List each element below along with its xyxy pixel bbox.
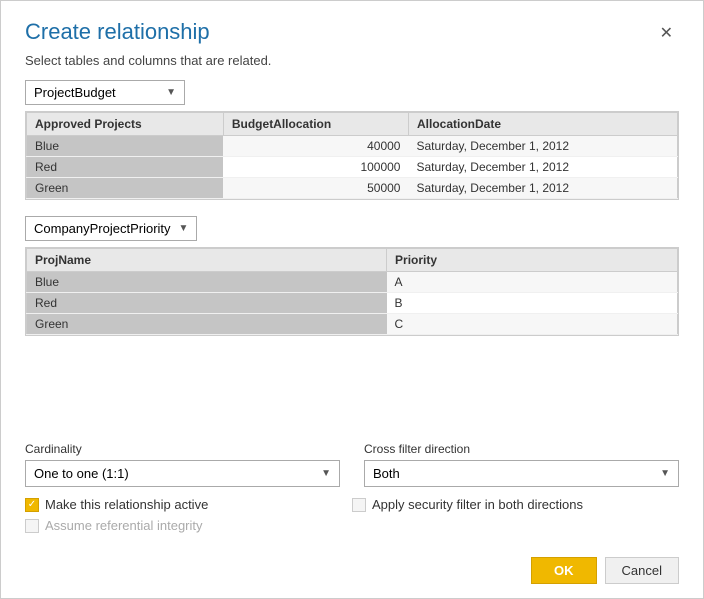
bottom-section: Cardinality One to one (1:1) ▼ Cross fil… (1, 430, 703, 487)
crossfilter-arrow: ▼ (660, 468, 670, 479)
close-button[interactable]: ✕ (654, 21, 679, 45)
t2-r3-c2: C (387, 314, 678, 335)
t1-r1-c2: 40000 (223, 136, 408, 157)
ok-button[interactable]: OK (531, 557, 597, 584)
table2-col-projname: ProjName (27, 249, 387, 272)
table-row: Blue A (27, 272, 678, 293)
cardinality-select[interactable]: One to one (1:1) ▼ (25, 460, 340, 487)
table1-section: ProjectBudget ▼ Approved Projects Budget… (25, 80, 679, 200)
crossfilter-select[interactable]: Both ▼ (364, 460, 679, 487)
checkbox-active-box: ✓ (25, 498, 39, 512)
table2-dropdown-arrow: ▼ (179, 223, 189, 234)
t1-r3-c3: Saturday, December 1, 2012 (408, 178, 677, 199)
cardinality-label: Cardinality (25, 442, 340, 456)
table-row: Blue 40000 Saturday, December 1, 2012 (27, 136, 678, 157)
checkbox-col-right: Apply security filter in both directions (352, 497, 679, 533)
table-row: Green C (27, 314, 678, 335)
t1-r2-c2: 100000 (223, 157, 408, 178)
table1-dropdown-arrow: ▼ (166, 87, 176, 98)
t1-r3-c2: 50000 (223, 178, 408, 199)
table2-dropdown[interactable]: CompanyProjectPriority ▼ (25, 216, 197, 241)
table1-body: Blue 40000 Saturday, December 1, 2012 Re… (27, 136, 678, 199)
table1-dropdown-value: ProjectBudget (34, 85, 116, 100)
table2-dropdown-row: CompanyProjectPriority ▼ (25, 216, 679, 241)
checkbox-security-box (352, 498, 366, 512)
t1-r3-c1: Green (27, 178, 224, 199)
checkboxes-section: ✓ Make this relationship active Assume r… (1, 487, 703, 543)
table2-header-row: ProjName Priority (27, 249, 678, 272)
dialog-subtitle: Select tables and columns that are relat… (1, 51, 703, 80)
checkbox-security[interactable]: Apply security filter in both directions (352, 497, 679, 512)
checkbox-referential-label: Assume referential integrity (45, 518, 203, 533)
dialog-footer: OK Cancel (1, 543, 703, 598)
table2-wrapper: ProjName Priority Blue A Red B (25, 247, 679, 336)
dialog-title: Create relationship (25, 19, 210, 45)
t2-r2-c2: B (387, 293, 678, 314)
t2-r3-c1: Green (27, 314, 387, 335)
table2-body: Blue A Red B Green C (27, 272, 678, 335)
table1-col-approved: Approved Projects (27, 113, 224, 136)
table2-section: CompanyProjectPriority ▼ ProjName Priori… (25, 216, 679, 336)
checkbox-col-left: ✓ Make this relationship active Assume r… (25, 497, 352, 533)
cardinality-group: Cardinality One to one (1:1) ▼ (25, 442, 340, 487)
checkbox-security-label: Apply security filter in both directions (372, 497, 583, 512)
table1-dropdown-row: ProjectBudget ▼ (25, 80, 679, 105)
table-row: Red 100000 Saturday, December 1, 2012 (27, 157, 678, 178)
dialog-header: Create relationship ✕ (1, 1, 703, 51)
table2: ProjName Priority Blue A Red B (26, 248, 678, 335)
table1: Approved Projects BudgetAllocation Alloc… (26, 112, 678, 199)
checkbox-active[interactable]: ✓ Make this relationship active (25, 497, 352, 512)
crossfilter-value: Both (373, 466, 400, 481)
cardinality-value: One to one (1:1) (34, 466, 129, 481)
table1-header-row: Approved Projects BudgetAllocation Alloc… (27, 113, 678, 136)
crossfilter-group: Cross filter direction Both ▼ (364, 442, 679, 487)
checkbox-active-label: Make this relationship active (45, 497, 208, 512)
t2-r1-c1: Blue (27, 272, 387, 293)
table1-col-date: AllocationDate (408, 113, 677, 136)
dialog-body: ProjectBudget ▼ Approved Projects Budget… (1, 80, 703, 430)
t1-r2-c3: Saturday, December 1, 2012 (408, 157, 677, 178)
table2-dropdown-value: CompanyProjectPriority (34, 221, 171, 236)
t2-r1-c2: A (387, 272, 678, 293)
table2-col-priority: Priority (387, 249, 678, 272)
t1-r2-c1: Red (27, 157, 224, 178)
t1-r1-c3: Saturday, December 1, 2012 (408, 136, 677, 157)
cardinality-arrow: ▼ (321, 468, 331, 479)
table1-header: Approved Projects BudgetAllocation Alloc… (27, 113, 678, 136)
crossfilter-label: Cross filter direction (364, 442, 679, 456)
table2-header: ProjName Priority (27, 249, 678, 272)
t2-r2-c1: Red (27, 293, 387, 314)
table-row: Red B (27, 293, 678, 314)
checkbox-referential: Assume referential integrity (25, 518, 352, 533)
create-relationship-dialog: Create relationship ✕ Select tables and … (0, 0, 704, 599)
table-row: Green 50000 Saturday, December 1, 2012 (27, 178, 678, 199)
cancel-button[interactable]: Cancel (605, 557, 679, 584)
t1-r1-c1: Blue (27, 136, 224, 157)
table1-wrapper: Approved Projects BudgetAllocation Alloc… (25, 111, 679, 200)
checkbox-referential-box (25, 519, 39, 533)
table1-dropdown[interactable]: ProjectBudget ▼ (25, 80, 185, 105)
table1-col-budget: BudgetAllocation (223, 113, 408, 136)
